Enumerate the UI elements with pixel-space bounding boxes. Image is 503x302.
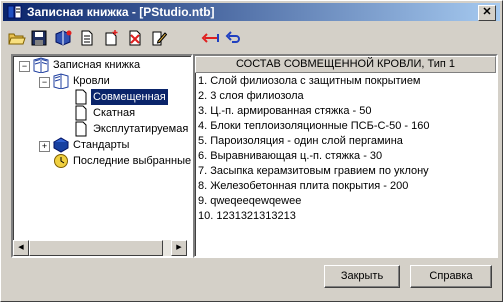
tree-item-label: Кровли	[73, 75, 110, 87]
content-line: 6. Выравнивающая ц.-п. стяжка - 30	[198, 150, 383, 162]
page-icon	[73, 121, 89, 137]
content-header: СОСТАВ СОВМЕЩЕННОЙ КРОВЛИ, Тип 1	[195, 56, 496, 73]
notebook-icon	[33, 57, 49, 74]
scroll-left-button[interactable]: ◀	[13, 240, 29, 256]
content-line: 8. Железобетонная плита покрытия - 200	[198, 180, 409, 192]
toolbar	[5, 28, 499, 50]
document-new-icon[interactable]	[77, 28, 97, 48]
books-add-icon[interactable]	[53, 28, 73, 48]
open-folder-icon[interactable]	[7, 28, 27, 48]
title-bar[interactable]: Записная книжка - [PStudio.ntb] ✕	[3, 3, 500, 21]
expand-standards-toggle[interactable]: +	[39, 141, 50, 152]
notebook-app-icon	[7, 5, 23, 24]
save-disk-icon[interactable]	[29, 28, 49, 48]
content-line: 9. qweqeeqewqewee	[198, 195, 302, 207]
window-title: Записная книжка - [PStudio.ntb]	[27, 5, 215, 19]
page-icon	[73, 105, 89, 121]
tree-item-label: Скатная	[93, 107, 136, 119]
tree-item-label: Совмещенная	[91, 89, 168, 105]
content-line: 7. Засыпка керамзитовым гравием по уклон…	[198, 165, 429, 177]
tree-item-label: Записная книжка	[53, 59, 141, 71]
content-list[interactable]: 1. Слой филиозола с защитным покрытием 2…	[198, 74, 429, 224]
book-blue-icon	[52, 137, 70, 153]
content-line: 10. 1231321313213	[198, 210, 296, 222]
notebook-tree[interactable]: − Записная книжка − Кровли Совмещенная С…	[11, 54, 193, 258]
page-icon	[73, 89, 89, 105]
content-panel: СОСТАВ СОВМЕЩЕННОЙ КРОВЛИ, Тип 1 1. Слой…	[193, 54, 498, 258]
tree-item-label: Эксплутатируемая	[93, 123, 189, 135]
undo-icon[interactable]	[223, 28, 243, 48]
scroll-right-button[interactable]: ▶	[171, 240, 187, 256]
content-line: 5. Пароизоляция - один слой пергамина	[198, 135, 403, 147]
tree-item-label: Последние выбранные	[73, 155, 192, 167]
content-line: 2. 3 слоя филиозола	[198, 90, 304, 102]
collapse-roofs-toggle[interactable]: −	[39, 77, 50, 88]
help-button[interactable]: Справка	[410, 265, 492, 288]
close-window-button[interactable]: ✕	[478, 5, 496, 21]
content-line: 3. Ц.-п. армированная стяжка - 50	[198, 105, 372, 117]
content-line: 4. Блоки теплоизоляционные ПСБ-С-50 - 16…	[198, 120, 430, 132]
notebook-window: Записная книжка - [PStudio.ntb] ✕ − Запи…	[0, 0, 503, 302]
move-left-icon[interactable]	[200, 28, 220, 48]
document-edit-icon[interactable]	[149, 28, 169, 48]
scroll-thumb[interactable]	[29, 240, 163, 256]
content-line: 1. Слой филиозола с защитным покрытием	[198, 75, 421, 87]
book-icon	[53, 73, 69, 90]
document-delete-icon[interactable]	[125, 28, 145, 48]
tree-item-label: Стандарты	[73, 139, 130, 151]
close-button[interactable]: Закрыть	[324, 265, 400, 288]
collapse-notebook-toggle[interactable]: −	[19, 61, 30, 72]
tree-horizontal-scrollbar[interactable]: ◀ ▶	[13, 240, 187, 256]
document-add-icon[interactable]	[101, 28, 121, 48]
clock-icon	[53, 153, 69, 169]
